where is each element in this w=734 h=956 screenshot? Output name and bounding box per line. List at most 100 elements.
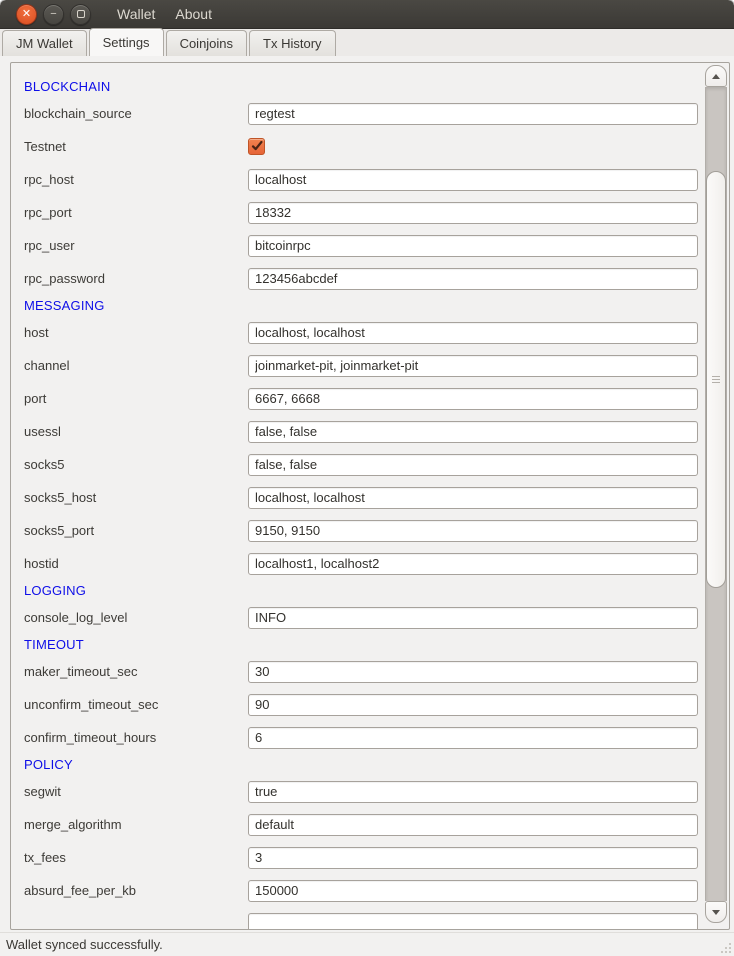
titlebar-menu: WalletAbout bbox=[107, 2, 222, 26]
form-row-absurd-fee-per-kb: absurd_fee_per_kb bbox=[24, 874, 698, 907]
app-window: ✕ − WalletAbout JM WalletSettingsCoinjoi… bbox=[0, 0, 734, 956]
field-merge-algorithm-label: merge_algorithm bbox=[24, 817, 248, 832]
field-channel-input[interactable] bbox=[248, 355, 698, 377]
tab-settings[interactable]: Settings bbox=[89, 28, 164, 56]
field-tx-fees-label: tx_fees bbox=[24, 850, 248, 865]
settings-pane: BLOCKCHAIN blockchain_source Testnet rpc_ho… bbox=[0, 57, 734, 932]
field-socks5-host-input[interactable] bbox=[248, 487, 698, 509]
field-maker-timeout-sec-label: maker_timeout_sec bbox=[24, 664, 248, 679]
field-rpc-user-label: rpc_user bbox=[24, 238, 248, 253]
form-row-host: host bbox=[24, 316, 698, 349]
scrollbar-grip-icon bbox=[712, 376, 720, 383]
status-bar: Wallet synced successfully. bbox=[0, 932, 734, 956]
field-console-log-level-label: console_log_level bbox=[24, 610, 248, 625]
vertical-scrollbar[interactable] bbox=[705, 65, 727, 923]
close-icon: ✕ bbox=[22, 9, 31, 20]
field-channel-label: channel bbox=[24, 358, 248, 373]
close-button[interactable]: ✕ bbox=[16, 4, 37, 25]
scroll-up-button[interactable] bbox=[705, 65, 727, 87]
field-blank-input[interactable] bbox=[248, 913, 698, 931]
field-rpc-port-input[interactable] bbox=[248, 202, 698, 224]
menu-wallet[interactable]: Wallet bbox=[107, 2, 165, 26]
field-usessl-label: usessl bbox=[24, 424, 248, 439]
tab-jm-wallet[interactable]: JM Wallet bbox=[2, 30, 87, 56]
form-row-socks5-port: socks5_port bbox=[24, 514, 698, 547]
form-row-merge-algorithm: merge_algorithm bbox=[24, 808, 698, 841]
scroll-down-button[interactable] bbox=[705, 901, 727, 923]
form-row-channel: channel bbox=[24, 349, 698, 382]
form-row-socks5-host: socks5_host bbox=[24, 481, 698, 514]
field-unconfirm-timeout-sec-input[interactable] bbox=[248, 694, 698, 716]
field-absurd-fee-per-kb-input[interactable] bbox=[248, 880, 698, 902]
field-socks5-port-input[interactable] bbox=[248, 520, 698, 542]
form-row-rpc-port: rpc_port bbox=[24, 196, 698, 229]
field-usessl-input[interactable] bbox=[248, 421, 698, 443]
field-segwit-label: segwit bbox=[24, 784, 248, 799]
field-tx-fees-input[interactable] bbox=[248, 847, 698, 869]
form-row-blank bbox=[24, 907, 698, 930]
field-confirm-timeout-hours-label: confirm_timeout_hours bbox=[24, 730, 248, 745]
titlebar: ✕ − WalletAbout bbox=[0, 0, 734, 29]
field-port-label: port bbox=[24, 391, 248, 406]
form-row-port: port bbox=[24, 382, 698, 415]
resize-grip-icon[interactable] bbox=[719, 941, 731, 953]
scrollbar-thumb[interactable] bbox=[706, 171, 726, 588]
tab-coinjoins[interactable]: Coinjoins bbox=[166, 30, 247, 56]
section-header-policy: POLICY bbox=[24, 754, 698, 775]
field-port-input[interactable] bbox=[248, 388, 698, 410]
form-row-tx-fees: tx_fees bbox=[24, 841, 698, 874]
field-rpc-password-label: rpc_password bbox=[24, 271, 248, 286]
form-row-confirm-timeout-hours: confirm_timeout_hours bbox=[24, 721, 698, 754]
field-host-input[interactable] bbox=[248, 322, 698, 344]
status-message: Wallet synced successfully. bbox=[6, 937, 163, 952]
checkmark-icon bbox=[250, 139, 264, 153]
form-row-unconfirm-timeout-sec: unconfirm_timeout_sec bbox=[24, 688, 698, 721]
scroll-down-icon bbox=[712, 910, 720, 915]
section-header-logging: LOGGING bbox=[24, 580, 698, 601]
field-rpc-host-label: rpc_host bbox=[24, 172, 248, 187]
field-segwit-input[interactable] bbox=[248, 781, 698, 803]
form-row-rpc-password: rpc_password bbox=[24, 262, 698, 295]
minimize-button[interactable]: − bbox=[43, 4, 64, 25]
field-maker-timeout-sec-input[interactable] bbox=[248, 661, 698, 683]
field-rpc-host-input[interactable] bbox=[248, 169, 698, 191]
form-row-segwit: segwit bbox=[24, 775, 698, 808]
scroll-up-icon bbox=[712, 74, 720, 79]
scrollbar-track[interactable] bbox=[705, 87, 727, 901]
maximize-button[interactable] bbox=[70, 4, 91, 25]
settings-scroll-area: BLOCKCHAIN blockchain_source Testnet rpc_ho… bbox=[10, 62, 730, 930]
field-unconfirm-timeout-sec-label: unconfirm_timeout_sec bbox=[24, 697, 248, 712]
field-testnet-label: Testnet bbox=[24, 139, 248, 154]
form-row-rpc-host: rpc_host bbox=[24, 163, 698, 196]
field-host-label: host bbox=[24, 325, 248, 340]
section-header-blockchain: BLOCKCHAIN bbox=[24, 76, 698, 97]
field-socks5-port-label: socks5_port bbox=[24, 523, 248, 538]
field-socks5-input[interactable] bbox=[248, 454, 698, 476]
tab-tx-history[interactable]: Tx History bbox=[249, 30, 336, 56]
field-socks5-label: socks5 bbox=[24, 457, 248, 472]
field-hostid-input[interactable] bbox=[248, 553, 698, 575]
settings-form: BLOCKCHAIN blockchain_source Testnet rpc_ho… bbox=[11, 63, 729, 930]
form-row-maker-timeout-sec: maker_timeout_sec bbox=[24, 655, 698, 688]
minimize-icon: − bbox=[50, 9, 56, 20]
section-header-messaging: MESSAGING bbox=[24, 295, 698, 316]
form-row-console-log-level: console_log_level bbox=[24, 601, 698, 634]
form-row-rpc-user: rpc_user bbox=[24, 229, 698, 262]
form-row-usessl: usessl bbox=[24, 415, 698, 448]
form-row-hostid: hostid bbox=[24, 547, 698, 580]
field-merge-algorithm-input[interactable] bbox=[248, 814, 698, 836]
menu-about[interactable]: About bbox=[165, 2, 222, 26]
maximize-icon bbox=[77, 10, 85, 18]
field-blockchain-source-input[interactable] bbox=[248, 103, 698, 125]
field-rpc-port-label: rpc_port bbox=[24, 205, 248, 220]
form-row-testnet: Testnet bbox=[24, 130, 698, 163]
field-absurd-fee-per-kb-label: absurd_fee_per_kb bbox=[24, 883, 248, 898]
tab-bar: JM WalletSettingsCoinjoinsTx History bbox=[0, 29, 734, 57]
field-confirm-timeout-hours-input[interactable] bbox=[248, 727, 698, 749]
field-testnet-checkbox[interactable] bbox=[248, 138, 265, 155]
field-rpc-password-input[interactable] bbox=[248, 268, 698, 290]
field-rpc-user-input[interactable] bbox=[248, 235, 698, 257]
field-console-log-level-input[interactable] bbox=[248, 607, 698, 629]
field-blockchain-source-label: blockchain_source bbox=[24, 106, 248, 121]
form-row-blockchain-source: blockchain_source bbox=[24, 97, 698, 130]
